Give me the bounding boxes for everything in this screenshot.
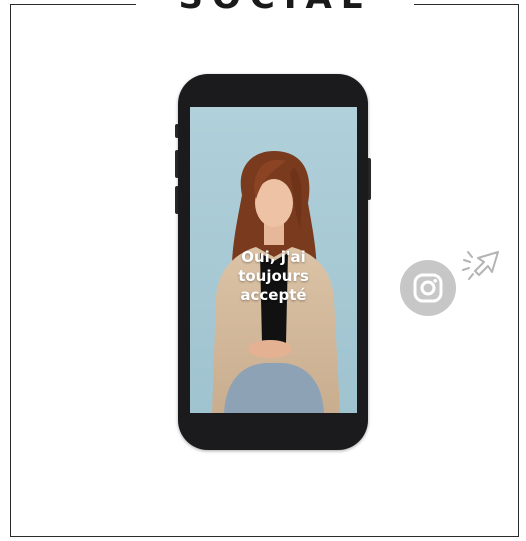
caption-line-2: toujours — [238, 267, 309, 285]
social-section: SOCIAL — [0, 0, 526, 541]
caption-line-1: Oui, j'ai — [241, 248, 306, 266]
frame-top-line-right — [414, 4, 519, 5]
instagram-link-button[interactable] — [400, 260, 456, 316]
video-screen[interactable]: Oui, j'ai toujours accepté — [190, 107, 357, 413]
click-pointer-icon — [462, 251, 499, 280]
caption-line-3: accepté — [240, 286, 307, 304]
video-caption: Oui, j'ai toujours accepté — [190, 248, 357, 305]
instagram-icon — [413, 273, 443, 303]
section-heading: SOCIAL — [136, 0, 414, 14]
frame-top-line-left — [10, 4, 136, 5]
